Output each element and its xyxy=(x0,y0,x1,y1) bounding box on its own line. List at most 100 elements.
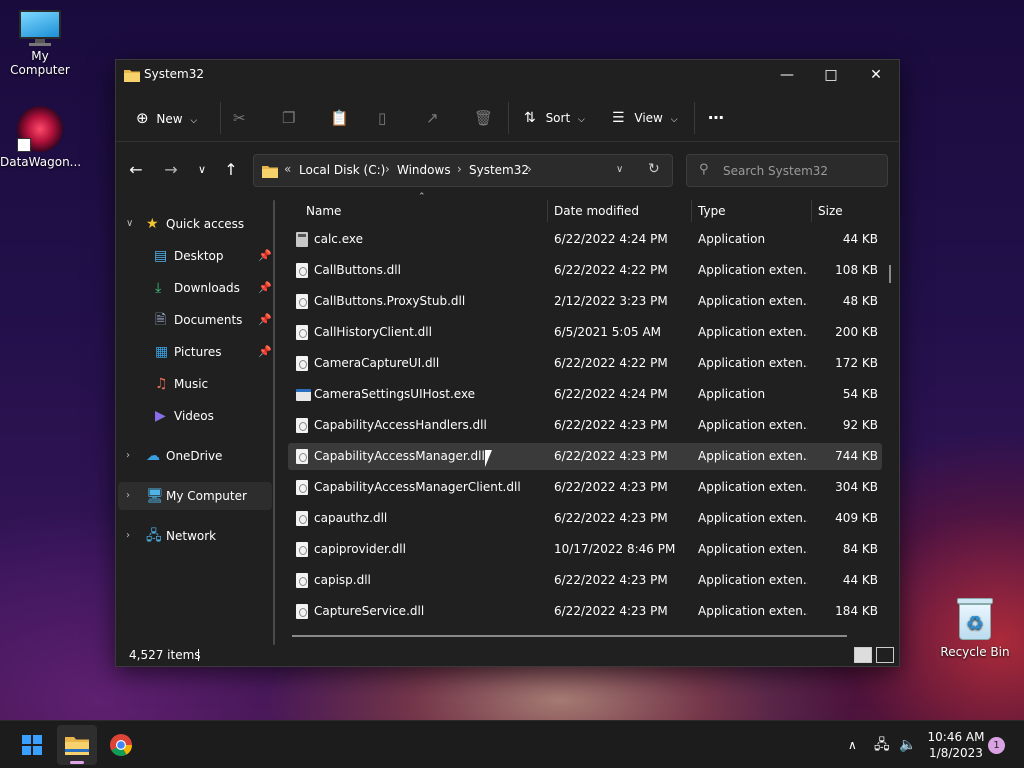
back-arrow-icon[interactable]: ← xyxy=(124,158,148,182)
file-type: Application xyxy=(698,232,766,246)
chevron-right-icon[interactable]: › xyxy=(457,162,462,176)
chevron-down-icon[interactable]: ∨ xyxy=(126,210,133,238)
dll-file-icon xyxy=(296,294,308,309)
view-button[interactable]: ☰ View ⌵ xyxy=(612,94,678,142)
table-row[interactable]: CapabilityAccessManagerClient.dll 6/22/20… xyxy=(288,474,882,501)
sort-button[interactable]: ⇅ Sort ⌵ xyxy=(524,94,585,142)
more-options-icon[interactable]: ⋯ xyxy=(708,94,724,142)
clock-time: 10:46 AM xyxy=(927,730,985,744)
pin-icon[interactable]: 📌 xyxy=(258,338,272,366)
sort-ascending-icon: ⌃ xyxy=(418,192,426,202)
minimize-button[interactable]: — xyxy=(764,60,810,90)
sidebar-item-quick-access[interactable]: ∨ ★ Quick access xyxy=(118,210,272,238)
column-header-size[interactable]: Size xyxy=(818,200,843,222)
table-row[interactable]: CallButtons.ProxyStub.dll 2/12/2022 3:23 … xyxy=(288,288,882,315)
sidebar-item-downloads[interactable]: ⤓ Downloads 📌 xyxy=(118,274,272,302)
chevron-down-icon: ⌵ xyxy=(578,115,585,125)
pin-icon[interactable]: 📌 xyxy=(258,242,272,270)
sidebar-item-network[interactable]: › 🖧 Network xyxy=(118,522,272,550)
pin-icon[interactable]: 📌 xyxy=(258,274,272,302)
dll-file-icon xyxy=(296,542,308,557)
table-row[interactable]: CapabilityAccessHandlers.dll 6/22/2022 4:… xyxy=(288,412,882,439)
start-button[interactable] xyxy=(12,725,52,765)
search-input[interactable] xyxy=(723,162,883,180)
chevron-right-icon[interactable]: › xyxy=(126,442,130,470)
delete-icon[interactable]: 🗑 xyxy=(474,94,493,142)
table-row[interactable]: capiprovider.dll 10/17/2022 8:46 PM Applic… xyxy=(288,536,882,563)
cut-icon[interactable]: ✂ xyxy=(233,94,246,142)
table-row[interactable]: capisp.dll 6/22/2022 4:23 PM Application e… xyxy=(288,567,882,594)
title-bar[interactable]: System32 — □ ✕ xyxy=(116,60,899,90)
sidebar-scrollbar[interactable] xyxy=(273,200,275,645)
table-row[interactable]: CallButtons.dll 6/22/2022 4:22 PM Applicat… xyxy=(288,257,882,284)
file-explorer-taskbar-button[interactable] xyxy=(57,725,97,765)
sidebar-item-desktop[interactable]: ▤ Desktop 📌 xyxy=(118,242,272,270)
file-size: 172 KB xyxy=(835,356,878,370)
search-box[interactable]: ⚲ xyxy=(686,154,888,187)
forward-arrow-icon[interactable]: → xyxy=(159,158,183,182)
table-row[interactable]: CaptureService.dll 6/22/2022 4:23 PM Appli… xyxy=(288,598,882,625)
column-header-date-modified[interactable]: Date modified xyxy=(554,200,639,222)
details-view-icon[interactable] xyxy=(854,647,872,663)
desktop-icon-label: Recycle Bin xyxy=(940,645,1010,659)
chevron-right-icon[interactable]: › xyxy=(385,162,390,176)
file-size: 744 KB xyxy=(835,449,878,463)
clock[interactable]: 10:46 AM 1/8/2023 xyxy=(926,729,986,761)
show-hidden-icons-chevron-icon[interactable]: ∧ xyxy=(848,721,857,768)
refresh-icon[interactable]: ↻ xyxy=(648,161,660,177)
column-header-name[interactable]: Name xyxy=(306,200,341,222)
desktop-icon-datawagon[interactable]: DataWagon... xyxy=(0,106,81,169)
file-size: 48 KB xyxy=(842,294,878,308)
table-row[interactable]: CameraCaptureUI.dll 6/22/2022 4:22 PM Appl… xyxy=(288,350,882,377)
table-row[interactable]: CapabilityAccessManager.dll 6/22/2022 4:2… xyxy=(288,443,882,470)
table-row[interactable]: CallHistoryClient.dll 6/5/2021 5:05 AM App… xyxy=(288,319,882,346)
column-header-type[interactable]: Type xyxy=(698,200,726,222)
up-arrow-icon[interactable]: ↑ xyxy=(219,158,243,182)
sidebar-item-music[interactable]: ♫ Music xyxy=(118,370,272,398)
breadcrumb-local-disk[interactable]: Local Disk (C:) xyxy=(299,163,385,177)
chevron-right-icon[interactable]: › xyxy=(126,482,130,510)
desktop-icon-recycle-bin[interactable]: ♻ Recycle Bin xyxy=(935,598,1015,659)
table-row[interactable]: calc.exe 6/22/2022 4:24 PM Application 44 K… xyxy=(288,226,882,253)
active-indicator xyxy=(70,761,84,764)
chevron-right-icon[interactable]: › xyxy=(527,162,532,176)
sidebar-item-documents[interactable]: 🗎 Documents 📌 xyxy=(118,306,272,334)
volume-icon[interactable]: 🔈 xyxy=(899,721,916,768)
close-button[interactable]: ✕ xyxy=(853,60,899,90)
maximize-button[interactable]: □ xyxy=(808,60,854,90)
paste-icon[interactable]: 📋 xyxy=(330,94,349,142)
chevron-right-icon[interactable]: › xyxy=(126,522,130,550)
sidebar-item-videos[interactable]: ▶ Videos xyxy=(118,402,272,430)
breadcrumb-overflow[interactable]: « xyxy=(284,162,291,176)
table-row[interactable]: capauthz.dll 6/22/2022 4:23 PM Application… xyxy=(288,505,882,532)
table-row[interactable]: CameraSettingsUIHost.exe 6/22/2022 4:24 P… xyxy=(288,381,882,408)
sidebar-item-my-computer[interactable]: › 🖥 My Computer xyxy=(118,482,272,510)
network-status-icon[interactable]: 🖧 xyxy=(874,721,890,768)
sidebar-item-pictures[interactable]: ▦ Pictures 📌 xyxy=(118,338,272,366)
breadcrumb-system32[interactable]: System32 xyxy=(469,163,529,177)
new-button[interactable]: ⊕ New ⌵ xyxy=(136,94,197,142)
sidebar-item-label: Quick access xyxy=(166,217,245,231)
recent-chevron-icon[interactable]: ∨ xyxy=(190,158,214,182)
document-icon: 🗎 xyxy=(155,312,167,328)
file-date-modified: 2/12/2022 3:23 PM xyxy=(554,294,668,308)
vertical-scrollbar-thumb[interactable] xyxy=(889,265,891,283)
share-icon[interactable]: ↗ xyxy=(426,94,439,142)
copy-icon[interactable]: ❐ xyxy=(282,94,295,142)
chrome-taskbar-button[interactable] xyxy=(101,725,141,765)
address-history-chevron-icon[interactable]: ∨ xyxy=(616,164,623,175)
breadcrumb-windows[interactable]: Windows xyxy=(397,163,451,177)
rename-icon[interactable]: ▯ xyxy=(378,94,386,142)
notification-badge[interactable]: 1 xyxy=(988,737,1005,754)
address-bar[interactable]: « Local Disk (C:) › Windows › System32 ›… xyxy=(253,154,673,187)
item-count: 4,527 items xyxy=(129,648,201,662)
horizontal-scrollbar[interactable] xyxy=(292,635,847,637)
recycle-bin-icon: ♻ xyxy=(955,598,995,642)
window-title: System32 xyxy=(144,67,205,81)
navigation-pane: ∨ ★ Quick access ▤ Desktop 📌 ⤓ Downloads… xyxy=(116,200,276,640)
file-date-modified: 6/22/2022 4:24 PM xyxy=(554,232,668,246)
sidebar-item-onedrive[interactable]: › ☁ OneDrive xyxy=(118,442,272,470)
desktop-icon-my-computer[interactable]: My Computer xyxy=(0,10,80,77)
large-icons-view-icon[interactable] xyxy=(876,647,894,663)
pin-icon[interactable]: 📌 xyxy=(258,306,272,334)
